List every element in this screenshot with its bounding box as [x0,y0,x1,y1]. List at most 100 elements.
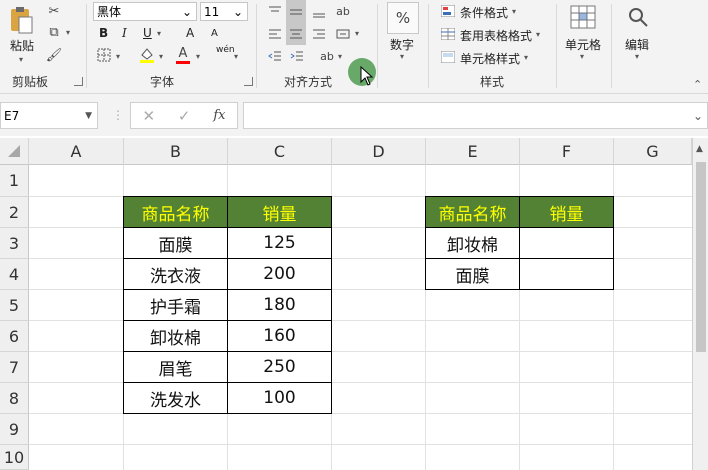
chevron-down-icon[interactable]: ▾ [635,52,639,61]
table-header-cell[interactable]: 商品名称 [123,196,228,228]
paste-icon[interactable] [8,4,34,36]
font-size-select[interactable]: 11 ⌄ [200,2,248,21]
row-header-6[interactable]: 6 [0,321,29,352]
column-header-f[interactable]: F [520,138,614,165]
row-header-3[interactable]: 3 [0,228,29,259]
table-cell[interactable]: 100 [227,382,332,414]
number-format-button[interactable]: 数字 [390,36,414,53]
cells-icon[interactable] [568,3,598,31]
chevron-down-icon[interactable]: ▾ [524,53,528,62]
table-header-cell[interactable]: 销量 [227,196,332,228]
row-header-4[interactable]: 4 [0,259,29,290]
font-name-select[interactable]: 黑体 ⌄ [93,2,197,21]
borders-icon[interactable] [96,47,112,63]
collapse-ribbon-icon[interactable]: ⌃ [693,78,702,91]
increase-indent-icon[interactable] [288,48,306,64]
clipboard-launcher-icon[interactable] [74,77,83,86]
conditional-format-icon[interactable] [440,4,456,18]
table-cell[interactable]: 125 [227,227,332,259]
chevron-down-icon[interactable]: ▾ [66,28,70,37]
format-table-button[interactable]: 套用表格格式 [460,27,532,44]
search-icon[interactable] [624,3,652,31]
select-all-corner[interactable] [0,138,29,165]
chevron-down-icon[interactable]: ▾ [116,52,120,61]
copy-icon[interactable]: ⧉ [46,24,62,40]
row-header-7[interactable]: 7 [0,352,29,383]
chevron-down-icon[interactable]: ▾ [157,29,161,38]
chevron-down-icon[interactable]: ▾ [19,55,23,64]
table-cell[interactable]: 卸妆棉 [425,227,520,259]
table-cell[interactable]: 洗发水 [123,382,228,414]
paste-button[interactable]: 粘贴 [10,37,34,54]
chevron-down-icon[interactable]: ▾ [536,30,540,39]
merge-center-icon[interactable] [334,25,352,43]
bold-button[interactable]: B [99,26,108,40]
conditional-format-button[interactable]: 条件格式 [460,4,508,21]
row-header-1[interactable]: 1 [0,165,29,197]
phonetic-guide-button[interactable]: wén [216,45,235,55]
column-header-e[interactable]: E [426,138,520,165]
format-table-icon[interactable] [440,27,456,41]
cells-button[interactable]: 单元格 [565,36,601,53]
decrease-font-button[interactable]: A [211,28,218,39]
enter-icon[interactable]: ✓ [178,107,191,125]
row-header-8[interactable]: 8 [0,383,29,414]
table-cell[interactable]: 护手霜 [123,289,228,321]
cancel-icon[interactable]: ✕ [142,107,155,125]
italic-button[interactable]: I [122,26,127,40]
align-right-icon[interactable] [310,25,328,43]
format-painter-icon[interactable]: 🖌 [46,47,63,63]
table-cell[interactable]: 卸妆棉 [123,320,228,352]
orientation-icon[interactable]: ab [318,47,336,65]
font-launcher-icon[interactable] [244,77,253,86]
column-header-c[interactable]: C [228,138,332,165]
table-cell[interactable]: 洗衣液 [123,258,228,290]
chevron-down-icon[interactable]: ▾ [196,52,200,61]
chevron-down-icon[interactable]: ▾ [338,52,342,61]
chevron-down-icon[interactable]: ▾ [400,52,404,61]
table-header-cell[interactable]: 商品名称 [425,196,520,228]
cut-icon[interactable]: ✂ [46,3,62,19]
column-header-g[interactable]: G [614,138,692,165]
table-cell[interactable] [519,227,614,259]
row-header-9[interactable]: 9 [0,414,29,445]
font-color-icon[interactable]: A [174,45,192,65]
vertical-scrollbar[interactable]: ▲ [692,138,708,470]
chevron-down-icon[interactable]: ▾ [234,52,238,61]
align-center-icon[interactable] [286,23,306,45]
row-header-10[interactable]: 10 [0,445,29,470]
wrap-text-icon[interactable]: ab [334,2,352,20]
chevron-down-icon[interactable]: ▾ [355,29,359,38]
align-bottom-icon[interactable] [310,3,328,21]
percent-icon[interactable]: % [387,2,419,34]
chevron-down-icon[interactable]: ▾ [580,52,584,61]
align-left-icon[interactable] [266,25,284,43]
insert-function-button[interactable]: fx [213,108,225,123]
decrease-indent-icon[interactable] [266,48,284,64]
table-cell[interactable]: 180 [227,289,332,321]
underline-button[interactable]: U [143,26,152,40]
table-cell[interactable]: 面膜 [123,227,228,259]
chevron-down-icon[interactable]: ▾ [512,7,516,16]
table-cell[interactable] [519,258,614,290]
cell-styles-button[interactable]: 单元格样式 [460,50,520,67]
align-middle-icon[interactable] [286,0,306,23]
scrollbar-thumb[interactable] [696,162,706,352]
cell-styles-icon[interactable] [440,50,456,64]
chevron-down-icon[interactable]: ▾ [159,52,163,61]
align-top-icon[interactable] [266,3,284,21]
table-cell[interactable]: 面膜 [425,258,520,290]
column-header-a[interactable]: A [29,138,124,165]
column-header-d[interactable]: D [332,138,426,165]
table-cell[interactable]: 250 [227,351,332,383]
formula-input[interactable]: ⌄ [243,102,708,129]
column-header-b[interactable]: B [124,138,228,165]
table-cell[interactable]: 200 [227,258,332,290]
table-cell[interactable]: 160 [227,320,332,352]
row-header-2[interactable]: 2 [0,197,29,228]
scroll-up-icon[interactable]: ▲ [696,144,703,154]
table-header-cell[interactable]: 销量 [519,196,614,228]
name-box[interactable]: E7 ▼ [0,102,98,129]
fill-color-icon[interactable] [138,46,156,64]
increase-font-button[interactable]: A [186,26,194,40]
